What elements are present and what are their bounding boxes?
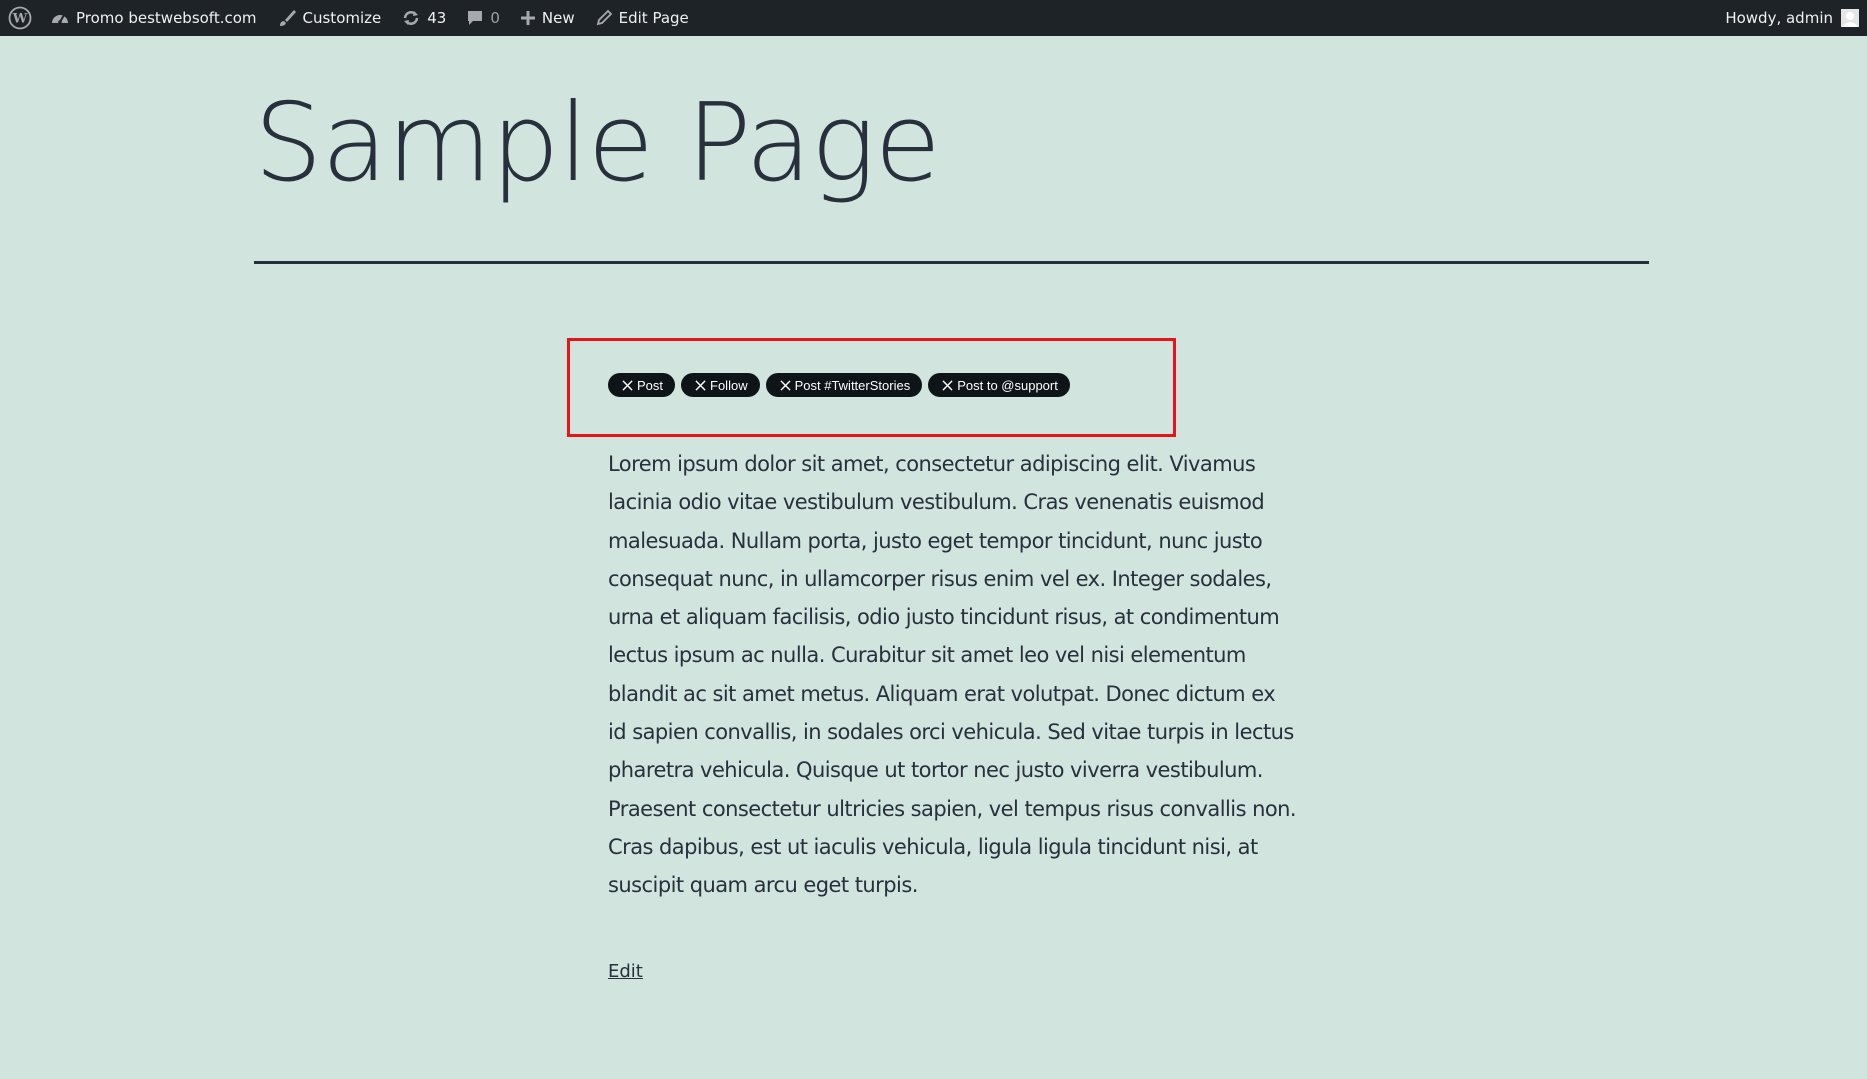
- x-follow-label: Follow: [710, 377, 748, 393]
- edit-page-label: Edit Page: [618, 9, 689, 27]
- wordpress-logo-icon: W: [8, 6, 32, 30]
- greeting-label: Howdy, admin: [1725, 9, 1833, 27]
- x-logo-icon: [695, 379, 706, 391]
- x-hashtag-button[interactable]: Post #TwitterStories: [765, 373, 923, 397]
- x-logo-icon: [942, 379, 953, 391]
- user-avatar-icon: [1841, 9, 1859, 27]
- page-title: Sample Page: [254, 81, 941, 206]
- admin-bar: W Promo bestwebsoft.com Customize 43 0 N…: [0, 0, 1867, 36]
- comments-count: 0: [490, 9, 500, 27]
- svg-text:W: W: [12, 12, 28, 27]
- x-mention-button[interactable]: Post to @support: [928, 373, 1070, 397]
- updates-icon: [401, 8, 421, 28]
- x-post-label: Post: [637, 377, 664, 393]
- x-logo-icon: [622, 379, 633, 391]
- body-paragraph: Lorem ipsum dolor sit amet, consectetur …: [608, 452, 1297, 898]
- title-divider: [254, 261, 1649, 264]
- brush-icon: [277, 8, 297, 28]
- dashboard-icon: [50, 9, 70, 27]
- x-mention-label: Post to @support: [957, 377, 1058, 393]
- comments-link[interactable]: 0: [456, 0, 510, 36]
- edit-post-link[interactable]: Edit: [608, 961, 643, 982]
- my-account-menu[interactable]: Howdy, admin: [1715, 0, 1867, 36]
- wordpress-menu[interactable]: W: [0, 0, 40, 36]
- updates-count: 43: [427, 9, 447, 27]
- site-name-label: Promo bestwebsoft.com: [76, 9, 257, 27]
- x-hashtag-label: Post #TwitterStories: [794, 377, 911, 393]
- new-content-link[interactable]: New: [510, 0, 585, 36]
- x-follow-button[interactable]: Follow: [681, 373, 760, 397]
- customize-link[interactable]: Customize: [267, 0, 392, 36]
- updates-link[interactable]: 43: [391, 0, 456, 36]
- x-post-button[interactable]: Post: [608, 373, 676, 397]
- x-logo-icon: [779, 379, 791, 391]
- entry-content: Lorem ipsum dolor sit amet, consectetur …: [608, 445, 1298, 905]
- pencil-icon: [595, 9, 613, 27]
- site-name-link[interactable]: Promo bestwebsoft.com: [40, 0, 267, 36]
- comment-icon: [466, 9, 484, 27]
- new-label: New: [541, 9, 575, 27]
- plus-icon: [520, 10, 536, 26]
- customize-label: Customize: [302, 9, 382, 27]
- edit-page-link[interactable]: Edit Page: [585, 0, 699, 36]
- x-share-buttons: Post Follow Post #TwitterStories Post to…: [608, 373, 1070, 397]
